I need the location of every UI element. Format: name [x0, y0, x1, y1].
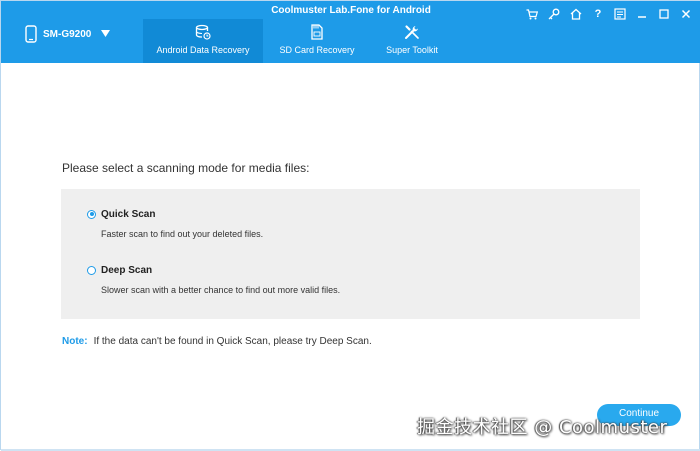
deep-scan-description: Slower scan with a better chance to find… [101, 285, 341, 295]
tab-super-toolkit[interactable]: Super Toolkit [371, 19, 453, 63]
device-selector[interactable]: SM-G9200 [25, 23, 111, 45]
tab-label: Super Toolkit [386, 45, 438, 55]
note: Note: If the data can't be found in Quick… [62, 336, 372, 347]
top-bar: Coolmuster Lab.Fone for Android SM-G9200 [1, 1, 700, 63]
maximize-icon[interactable] [655, 6, 673, 22]
quick-scan-label: Quick Scan [101, 208, 156, 220]
tools-icon [371, 24, 453, 40]
home-icon[interactable] [567, 6, 585, 22]
phone-icon [25, 25, 37, 43]
tab-label: SD Card Recovery [279, 45, 355, 55]
cart-icon[interactable] [523, 6, 541, 22]
minimize-icon[interactable] [633, 6, 651, 22]
chevron-down-icon [101, 30, 111, 38]
scan-mode-prompt: Please select a scanning mode for media … [62, 161, 310, 175]
tab-label: Android Data Recovery [156, 45, 250, 55]
device-name: SM-G9200 [43, 28, 92, 40]
quick-scan-option[interactable]: Quick Scan [87, 206, 155, 222]
help-icon[interactable]: ? [589, 6, 607, 22]
database-restore-icon [143, 24, 263, 40]
note-text: If the data can't be found in Quick Scan… [93, 336, 372, 347]
note-label: Note: [62, 336, 88, 347]
deep-scan-label: Deep Scan [101, 264, 153, 276]
key-icon[interactable] [545, 6, 563, 22]
deep-scan-option[interactable]: Deep Scan [87, 262, 152, 278]
sd-card-icon [263, 24, 371, 40]
tab-android-data-recovery[interactable]: Android Data Recovery [143, 19, 263, 63]
scan-mode-panel: Quick Scan Faster scan to find out your … [61, 189, 640, 319]
quick-scan-description: Faster scan to find out your deleted fil… [101, 229, 264, 239]
watermark: 掘金技术社区 @ Coolmuster [417, 417, 668, 438]
deep-scan-radio[interactable] [87, 265, 96, 275]
tab-sd-card-recovery[interactable]: SD Card Recovery [263, 19, 371, 63]
feedback-icon[interactable] [611, 6, 629, 22]
close-icon[interactable] [677, 6, 695, 22]
quick-scan-radio[interactable] [87, 209, 96, 219]
window-controls: ? [519, 6, 695, 22]
app-window: Coolmuster Lab.Fone for Android SM-G9200 [0, 0, 700, 451]
